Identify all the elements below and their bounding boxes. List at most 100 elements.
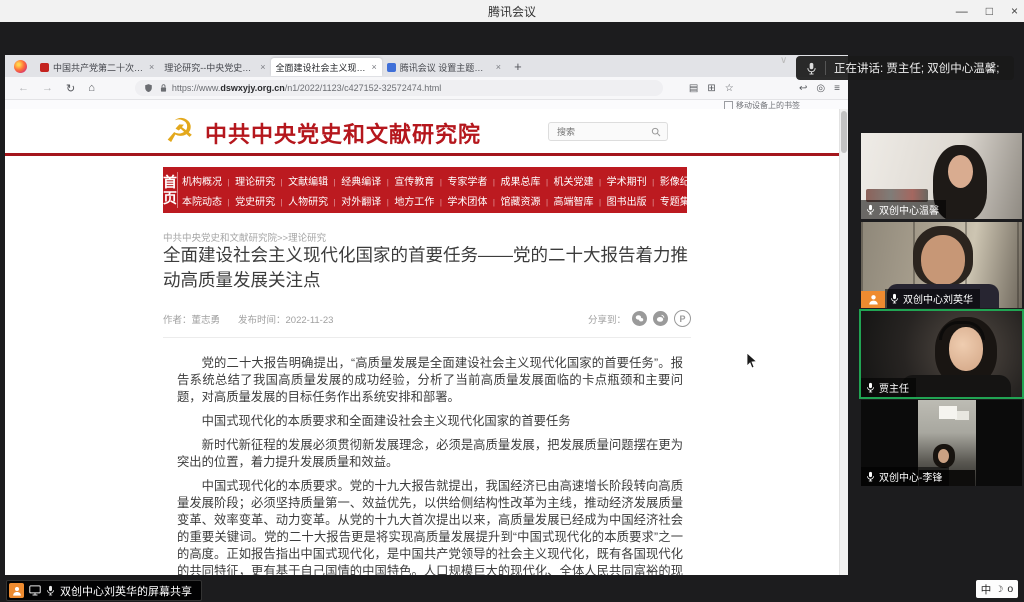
tracking-shield-icon[interactable]: [144, 83, 153, 93]
menu-icon[interactable]: ≡: [834, 83, 840, 94]
url-bar[interactable]: https://www.dswxyjy.org.cn/n1/2022/1123/…: [135, 80, 663, 96]
search-input[interactable]: [549, 127, 651, 137]
nav-item[interactable]: 人物研究: [275, 193, 328, 208]
nav-home[interactable]: 首页: [163, 172, 178, 208]
participant-label: 双创中心-李锋: [861, 467, 949, 486]
toolbar-right-icons: ↩ ◎ ≡: [799, 83, 840, 94]
web-page: ☭ 中共中央党史和文献研究院 首页 机构概况 理论研究 文献编辑 经典编译: [5, 109, 840, 575]
minimize-button[interactable]: —: [956, 0, 968, 22]
video-tile-jiazhuren-active-speaker[interactable]: 贾主任: [861, 311, 1022, 397]
nav-item[interactable]: 党史研究: [222, 193, 275, 208]
nav-item[interactable]: 学术团体: [434, 193, 487, 208]
back-icon[interactable]: ←: [18, 82, 29, 94]
tab-close-icon[interactable]: ×: [372, 62, 377, 72]
account-icon[interactable]: ◎: [816, 83, 825, 94]
header-divider: [5, 153, 840, 156]
scrollbar-thumb[interactable]: [841, 111, 847, 153]
shared-screen-browser: 中国共产党第二十次全国代表大… × 理论研究--中央党史和文献研究院… × 全面…: [5, 55, 848, 575]
browser-tab-4[interactable]: 腾讯会议 设置主题词_百度搜索 ×: [382, 58, 506, 76]
article-title: 全面建设社会主义现代化国家的首要任务——党的二十大报告着力推动高质量发展关注点: [163, 243, 703, 293]
nav-item[interactable]: 学术期刊: [594, 173, 647, 188]
nav-item[interactable]: 成果总库: [487, 173, 540, 188]
nav-item[interactable]: 机构概况: [182, 173, 222, 188]
participant-name: 贾主任: [879, 380, 909, 395]
nav-item[interactable]: 经典编译: [328, 173, 381, 188]
save-page-icon[interactable]: ⊞: [707, 83, 715, 94]
titlebar: 腾讯会议 — □ ×: [0, 0, 1024, 23]
browser-tabbar: 中国共产党第二十次全国代表大… × 理论研究--中央党史和文献研究院… × 全面…: [5, 55, 848, 77]
nav-item[interactable]: 高端智库: [540, 193, 593, 208]
nav-item[interactable]: 对外翻译: [328, 193, 381, 208]
tab-close-icon[interactable]: ×: [149, 62, 154, 72]
nav-rows: 机构概况 理论研究 文献编辑 经典编译 宣传教育 专家学者 成果总库 机关党建 …: [178, 167, 700, 213]
presenter-avatar-icon: [9, 583, 24, 598]
reload-icon[interactable]: ↻: [66, 82, 75, 95]
article-body: 党的二十大报告明确提出，“高质量发展是全面建设社会主义现代化国家的首要任务”。报…: [177, 355, 683, 575]
toolbar-action-icons: ▤ ⊞ ☆: [689, 83, 734, 94]
breadcrumb[interactable]: 中共中央党史和文献研究院>>理论研究: [163, 230, 326, 244]
close-button[interactable]: ×: [1011, 0, 1018, 22]
nav-item[interactable]: 理论研究: [222, 173, 275, 188]
browser-tab-2[interactable]: 理论研究--中央党史和文献研究院… ×: [159, 58, 270, 76]
nav-item[interactable]: 文献编辑: [275, 173, 328, 188]
firefox-logo-icon[interactable]: [14, 60, 27, 73]
people-weibo-share-icon[interactable]: P: [674, 310, 691, 327]
paragraph: 党的二十大报告明确提出，“高质量发展是全面建设社会主义现代化国家的首要任务”。报…: [177, 355, 683, 406]
browser-tab-1[interactable]: 中国共产党第二十次全国代表大… ×: [35, 58, 159, 76]
paragraph: 中国式现代化的本质要求。党的十九大报告就提出，我国经济已由高速增长阶段转向高质量…: [177, 478, 683, 575]
ime-fullwidth-moon-icon[interactable]: ☽: [995, 584, 1003, 595]
mic-on-icon: [890, 293, 899, 304]
banner-collapse-chevron-icon[interactable]: ∨: [780, 55, 787, 66]
speaking-banner: 正在讲话: 贾主任; 双创中心温馨;: [796, 56, 1014, 80]
video-tile-liuyinghua[interactable]: 双创中心刘英华: [861, 222, 1022, 308]
nav-item[interactable]: 影像纪录: [647, 173, 700, 188]
search-icon[interactable]: [651, 127, 661, 137]
screen-sharing-badge-icon: [861, 291, 885, 308]
ime-tray[interactable]: 中 ☽ o: [976, 580, 1018, 598]
banner-divider: [825, 61, 826, 75]
lock-icon[interactable]: [159, 83, 168, 93]
nav-row-1: 机构概况 理论研究 文献编辑 经典编译 宣传教育 专家学者 成果总库 机关党建 …: [182, 173, 700, 188]
participant-label: 双创中心刘英华: [885, 289, 980, 308]
mic-on-icon: [866, 204, 875, 215]
byline-divider: [163, 337, 691, 338]
nav-item[interactable]: 馆藏资源: [487, 193, 540, 208]
mic-icon: [46, 585, 55, 596]
participant-name: 双创中心-李锋: [879, 469, 942, 484]
home-icon[interactable]: ⌂: [88, 82, 95, 94]
page-scrollbar[interactable]: [839, 109, 848, 575]
nav-item[interactable]: 机关党建: [540, 173, 593, 188]
video-tile-wenxin[interactable]: 双创中心温馨: [861, 133, 1022, 219]
participant-name: 双创中心刘英华: [903, 291, 973, 306]
article-author: 作者：董志勇: [163, 312, 220, 326]
nav-item[interactable]: 宣传教育: [381, 173, 434, 188]
tab-close-icon[interactable]: ×: [496, 62, 501, 72]
screen-share-status-pill[interactable]: 双创中心刘英华的屏幕共享: [6, 580, 202, 601]
browser-tab-3-active[interactable]: 全面建设社会主义现代化国家的首… ×: [271, 58, 382, 76]
new-tab-button[interactable]: +: [514, 59, 522, 74]
library-icon[interactable]: ▤: [689, 83, 698, 94]
mic-on-icon: [866, 382, 875, 393]
app-title: 腾讯会议: [0, 3, 1024, 20]
maximize-button[interactable]: □: [986, 0, 993, 22]
bookmark-star-icon[interactable]: ☆: [725, 83, 734, 94]
tab-close-icon[interactable]: ×: [260, 62, 265, 72]
nav-item[interactable]: 本院动态: [182, 193, 222, 208]
site-nav: 首页 机构概况 理论研究 文献编辑 经典编译 宣传教育 专家学者 成果总库 机关…: [163, 167, 687, 213]
tencent-meeting-window: 腾讯会议 — □ × 中国共产党第二十次全国代表大… × 理论研究--中央党史和…: [0, 0, 1024, 602]
ime-punctuation-indicator[interactable]: o: [1007, 583, 1013, 595]
ime-language-indicator[interactable]: 中: [981, 582, 992, 597]
site-title[interactable]: 中共中央党史和文献研究院: [205, 117, 481, 149]
nav-item[interactable]: 专题集锦: [647, 193, 700, 208]
sync-icon[interactable]: ↩: [799, 83, 807, 94]
video-tile-lifeng[interactable]: 双创中心-李锋: [861, 400, 1022, 486]
nav-item[interactable]: 图书出版: [594, 193, 647, 208]
nav-item[interactable]: 地方工作: [381, 193, 434, 208]
wechat-share-icon[interactable]: [632, 311, 647, 326]
nav-item[interactable]: 专家学者: [434, 173, 487, 188]
weibo-share-icon[interactable]: [653, 311, 668, 326]
nav-row-2: 本院动态 党史研究 人物研究 对外翻译 地方工作 学术团体 馆藏资源 高端智库 …: [182, 193, 700, 208]
share-status-text: 双创中心刘英华的屏幕共享: [60, 583, 192, 599]
site-search-box[interactable]: [548, 122, 668, 141]
forward-icon[interactable]: →: [42, 82, 53, 94]
